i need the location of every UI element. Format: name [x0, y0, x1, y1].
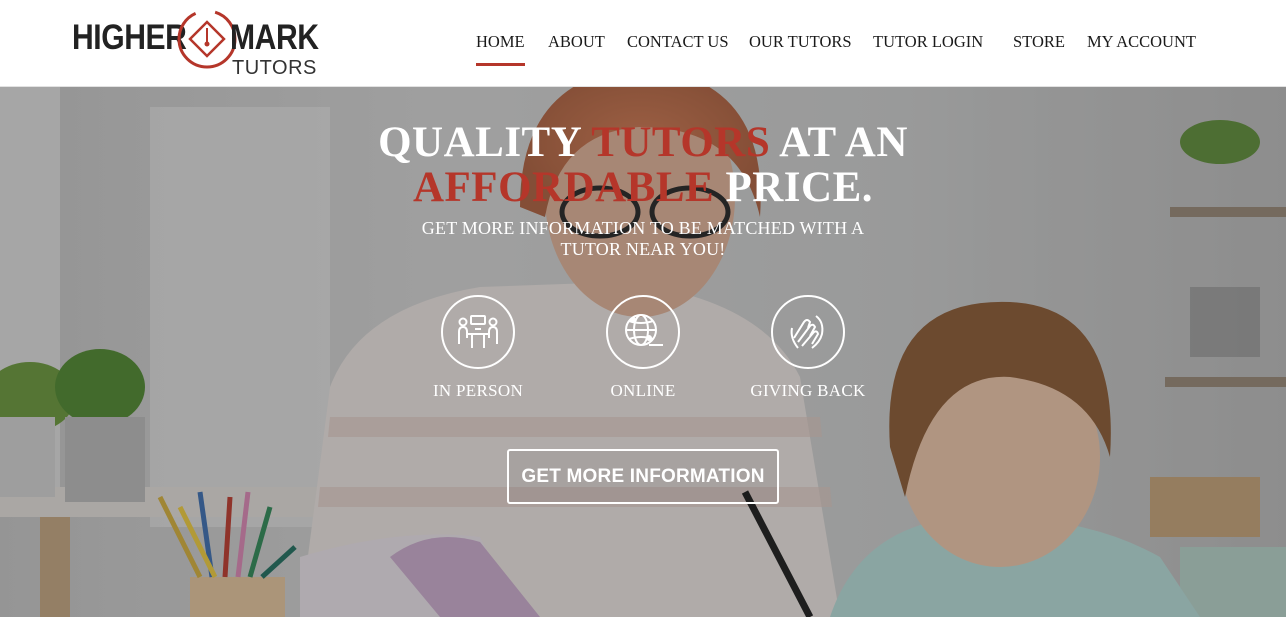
headline-text-1: QUALITY [378, 119, 592, 166]
hands-giving-icon [771, 295, 845, 369]
nav-our-tutors[interactable]: OUR TUTORS [749, 32, 852, 52]
nav-store[interactable]: STORE [1013, 32, 1065, 52]
brand-logo[interactable]: HIGHER MARK TUTORS [72, 6, 327, 80]
headline-text-3: PRICE. [714, 164, 874, 211]
feature-giving-back[interactable]: GIVING BACK [728, 295, 888, 401]
headline-accent-tutors: TUTORS [591, 119, 771, 166]
hero-subheadline: GET MORE INFORMATION TO BE MATCHED WITH … [0, 218, 1286, 260]
logo-word-tutors: TUTORS [232, 57, 317, 79]
hero-section: QUALITY TUTORS AT AN AFFORDABLE PRICE. G… [0, 87, 1286, 617]
nav-about[interactable]: ABOUT [548, 32, 605, 52]
nav-contact-us[interactable]: CONTACT US [627, 32, 729, 52]
headline-accent-affordable: AFFORDABLE [412, 164, 715, 211]
feature-in-person[interactable]: IN PERSON [398, 295, 558, 401]
nav-home[interactable]: HOME [476, 32, 525, 66]
feature-label-giving-back: GIVING BACK [750, 381, 866, 400]
globe-network-icon [606, 295, 680, 369]
logo-word-higher: HIGHER [72, 18, 187, 57]
nav-tutor-login[interactable]: TUTOR LOGIN [873, 32, 983, 52]
logo-word-mark: MARK [230, 18, 319, 57]
subline-line-1: GET MORE INFORMATION TO BE MATCHED WITH … [421, 218, 865, 238]
get-more-information-button[interactable]: GET MORE INFORMATION [507, 449, 779, 504]
feature-online[interactable]: ONLINE [563, 295, 723, 401]
headline-text-2: AT AN [770, 119, 908, 166]
people-at-table-icon [441, 295, 515, 369]
logo-emblem-icon [177, 9, 237, 69]
feature-label-online: ONLINE [610, 381, 676, 400]
site-header: HIGHER MARK TUTORS HOME ABOUT CONTACT US… [0, 0, 1286, 87]
hero-headline: QUALITY TUTORS AT AN AFFORDABLE PRICE. [0, 120, 1286, 210]
feature-label-in-person: IN PERSON [432, 381, 524, 400]
subline-line-2: TUTOR NEAR YOU! [560, 239, 726, 259]
nav-my-account[interactable]: MY ACCOUNT [1087, 32, 1196, 52]
